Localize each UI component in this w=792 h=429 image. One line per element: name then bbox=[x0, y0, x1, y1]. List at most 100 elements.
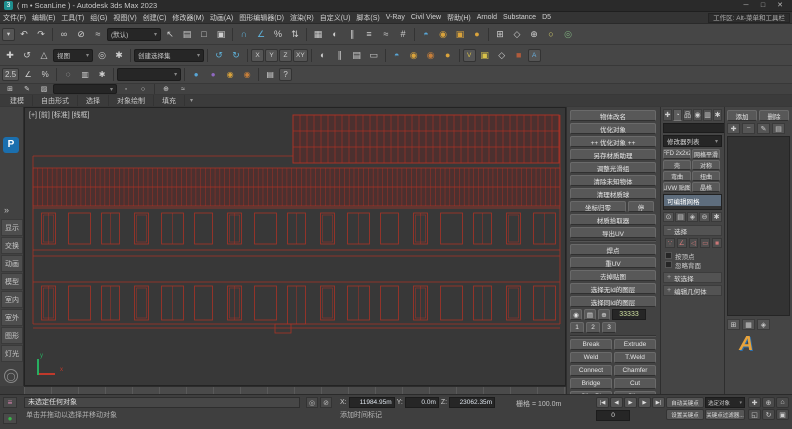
select-move-icon[interactable]: ✚ bbox=[2, 48, 18, 63]
angle-snap-icon[interactable]: ∠ bbox=[20, 68, 36, 81]
toolbar-separator[interactable] bbox=[247, 49, 248, 62]
workspace-dropdown[interactable]: 工作区: Alt-菜单和工具栏 bbox=[708, 13, 790, 23]
align-icon[interactable]: ∥ bbox=[344, 27, 360, 42]
motion-tab[interactable]: ◉ bbox=[693, 109, 702, 121]
edit-poly-button[interactable]: Break bbox=[570, 339, 612, 350]
display-tab[interactable]: ▥ bbox=[703, 109, 712, 121]
smoothing-group-button[interactable]: 调整光滑组 bbox=[570, 162, 656, 173]
element-icon[interactable]: ■ bbox=[712, 238, 722, 248]
toolbar-separator[interactable] bbox=[306, 28, 307, 41]
vertex-icon[interactable]: ∵ bbox=[665, 238, 675, 248]
add-icon[interactable]: ✚ bbox=[727, 123, 740, 134]
edit-poly-button[interactable]: Weld bbox=[570, 352, 612, 363]
menu-item[interactable]: 动画(A) bbox=[207, 13, 236, 23]
plugin-p-badge[interactable]: P bbox=[3, 137, 19, 153]
stack-item[interactable]: 可编辑网格 bbox=[664, 195, 721, 206]
add-time-tag[interactable]: 添加时间标记 bbox=[340, 410, 382, 420]
display-panel-icon[interactable]: ▥ bbox=[77, 68, 93, 81]
ribbon-tab[interactable]: 选择 bbox=[78, 95, 109, 107]
menu-item[interactable]: 图形编辑器(D) bbox=[236, 13, 287, 23]
orbit-icon[interactable]: ↻ bbox=[762, 409, 775, 420]
save-material-helper-button[interactable]: 另存材质助理 bbox=[570, 149, 656, 160]
z-coordinate-field[interactable] bbox=[449, 397, 495, 408]
civil-view-icon[interactable]: ◇ bbox=[494, 48, 510, 63]
camera-icon[interactable]: ◎ bbox=[560, 27, 576, 42]
zoom-region-icon[interactable]: ◱ bbox=[748, 409, 761, 420]
list-icon[interactable]: ▤ bbox=[772, 123, 785, 134]
dock-tab[interactable]: 交换 bbox=[1, 237, 23, 254]
track-bar[interactable] bbox=[24, 386, 566, 394]
populate-icon[interactable]: ⊕ bbox=[158, 84, 174, 94]
selection-filter-dropdown[interactable]: (默认) bbox=[107, 28, 161, 41]
utilities-tab[interactable]: ✱ bbox=[713, 109, 722, 121]
modifier-list-dropdown[interactable]: 修改器列表 bbox=[663, 135, 722, 147]
undo-icon[interactable]: ↶ bbox=[16, 27, 32, 42]
dock-tab[interactable]: 显示 bbox=[1, 219, 23, 236]
grid-view-icon[interactable]: ⊞ bbox=[727, 319, 740, 330]
angle-snap-icon[interactable]: ∠ bbox=[253, 27, 269, 42]
menu-item[interactable]: Substance bbox=[500, 14, 539, 21]
rollout-edit-geometry[interactable]: + 编辑几何体 bbox=[663, 285, 722, 296]
script-editor-icon[interactable]: ▤ bbox=[262, 68, 278, 81]
percent-snap-icon[interactable]: % bbox=[270, 27, 286, 42]
snaps-25-icon[interactable]: 2.5 bbox=[2, 68, 19, 81]
optimize-object-button[interactable]: 优化对象 bbox=[570, 123, 656, 134]
curve-editor-icon[interactable]: ≈ bbox=[378, 27, 394, 42]
panel-view-icon[interactable]: ▦ bbox=[742, 319, 755, 330]
polygon-icon[interactable]: ▭ bbox=[700, 238, 710, 248]
isolate-selection-icon[interactable]: ◎ bbox=[306, 397, 318, 408]
align-icon[interactable]: ∥ bbox=[332, 48, 348, 63]
auto-key-button[interactable]: 自动关键点 bbox=[666, 397, 704, 408]
clear-unknown-button[interactable]: 清除未知物体 bbox=[570, 175, 656, 186]
reset-uv-button[interactable]: 重UV bbox=[570, 257, 656, 268]
remove-modifier-icon[interactable]: ⊖ bbox=[699, 212, 710, 222]
maximize-viewport-icon[interactable]: ▣ bbox=[776, 409, 789, 420]
material-editor-icon[interactable]: ◓ bbox=[389, 48, 405, 63]
select-same-id-button[interactable]: 选择同Id的图层 bbox=[570, 296, 656, 307]
make-unique-icon[interactable]: ◈ bbox=[687, 212, 698, 222]
ribbon-tab[interactable]: 填充 bbox=[154, 95, 185, 107]
modifier-button[interactable]: 弯曲 bbox=[663, 171, 691, 181]
toolbar-separator[interactable] bbox=[258, 68, 259, 81]
viewport-label[interactable]: [+] [前] [标准] [线框] bbox=[29, 110, 89, 120]
right-panel-button[interactable]: 删除 bbox=[759, 110, 789, 121]
selection-lock-icon[interactable]: ⊘ bbox=[320, 397, 332, 408]
modifier-button[interactable]: 晶格 bbox=[692, 182, 720, 192]
select-manipulate-icon[interactable]: ✱ bbox=[111, 48, 127, 63]
edit-icon[interactable]: ✎ bbox=[757, 123, 770, 134]
toolbar-separator[interactable] bbox=[130, 49, 131, 62]
dock-tab[interactable]: 室外 bbox=[1, 309, 23, 326]
select-no-id-button[interactable]: 选择无Id的图层 bbox=[570, 283, 656, 294]
toolbar-separator[interactable] bbox=[232, 28, 233, 41]
menu-item[interactable]: 帮助(H) bbox=[444, 13, 474, 23]
menu-item[interactable]: Arnold bbox=[474, 14, 500, 21]
y-coordinate-field[interactable] bbox=[405, 397, 439, 408]
select-rotate-icon[interactable]: ↺ bbox=[19, 48, 35, 63]
edit-poly-button[interactable]: Bridge bbox=[570, 378, 612, 389]
rollout-selection[interactable]: − 选择 bbox=[663, 225, 722, 236]
render-production-icon[interactable]: ● bbox=[469, 27, 485, 42]
zoom-icon[interactable]: ⊕ bbox=[762, 397, 775, 408]
play-button[interactable]: ▶ bbox=[624, 397, 637, 408]
ribbon-tab[interactable]: 自由形式 bbox=[33, 95, 78, 107]
maximize-button[interactable]: □ bbox=[755, 1, 771, 11]
menu-item[interactable]: 创建(C) bbox=[140, 13, 170, 23]
unlink-icon[interactable]: ⊘ bbox=[73, 27, 89, 42]
axis-y-button[interactable]: Y bbox=[265, 49, 278, 62]
percent-snap-icon[interactable]: % bbox=[37, 68, 53, 81]
teapot-render-icon[interactable]: ◉ bbox=[222, 68, 238, 81]
link-icon[interactable]: ∞ bbox=[56, 27, 72, 42]
remove-icon[interactable]: − bbox=[742, 123, 755, 134]
named-sets-dropdown[interactable]: 创建选择集 bbox=[134, 49, 204, 62]
bind-spacewarp-icon[interactable]: ≈ bbox=[90, 27, 106, 42]
menu-item[interactable]: 脚本(S) bbox=[353, 13, 382, 23]
anim-status-icon[interactable]: ● bbox=[3, 413, 17, 424]
go-end-button[interactable]: ▶| bbox=[652, 397, 665, 408]
edge-icon[interactable]: ∠ bbox=[677, 238, 687, 248]
edit-poly-button[interactable]: Extrude bbox=[614, 339, 656, 350]
rect-region-icon[interactable]: □ bbox=[196, 27, 212, 42]
modifier-preset-dropdown[interactable] bbox=[117, 68, 181, 81]
prev-frame-button[interactable]: ◀ bbox=[610, 397, 623, 408]
toolbar-separator[interactable] bbox=[52, 28, 53, 41]
undo-scene-icon[interactable]: ↺ bbox=[211, 48, 227, 63]
